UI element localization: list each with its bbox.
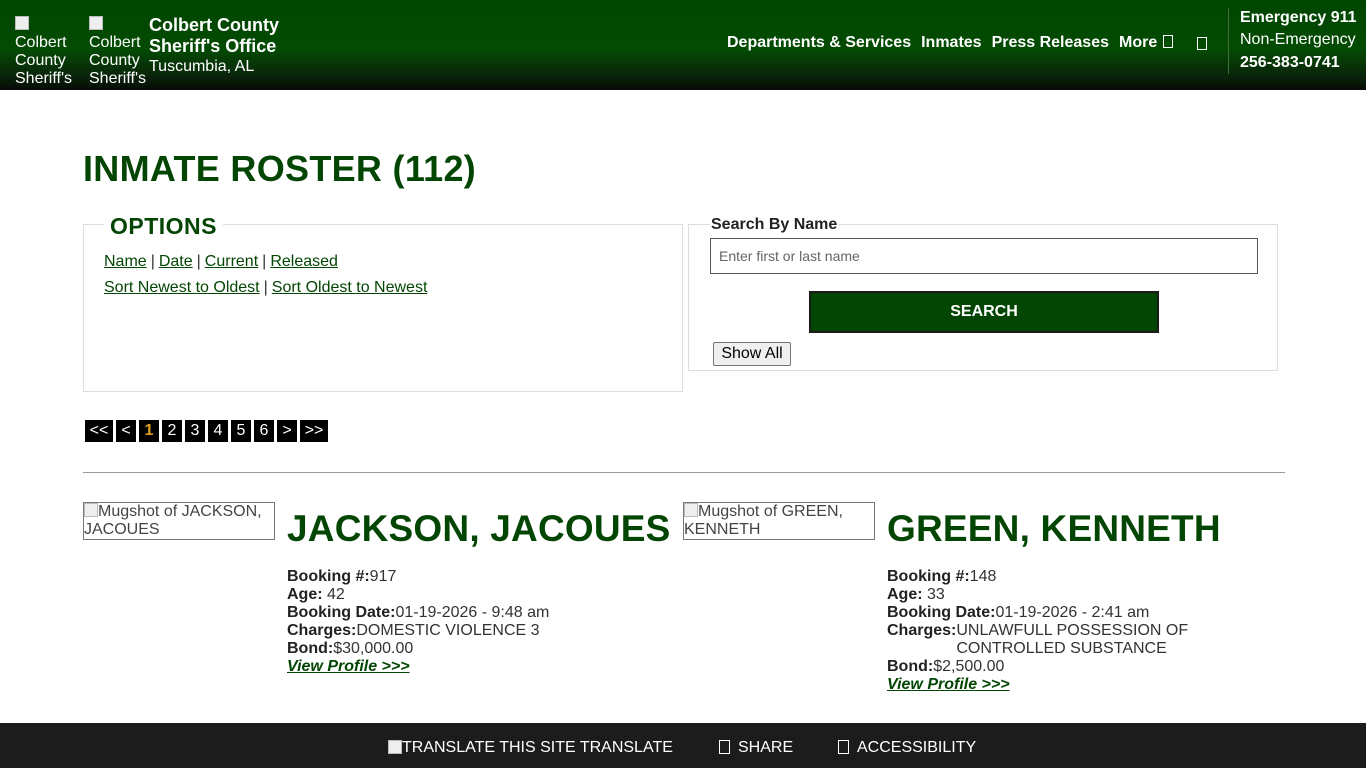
page-6[interactable]: 6 bbox=[254, 420, 274, 442]
bond-label: Bond: bbox=[887, 658, 934, 675]
broken-image-icon bbox=[684, 503, 698, 517]
booking-date-label: Booking Date: bbox=[887, 604, 996, 621]
accessibility-button[interactable]: ACCESSIBILITY bbox=[838, 739, 976, 757]
view-profile-link[interactable]: View Profile >>> bbox=[887, 676, 1010, 693]
mugshot-image[interactable]: Mugshot of JACKSON, JACOUES bbox=[83, 502, 275, 540]
options-panel: OPTIONS Name | Date | Current | Released Sort … bbox=[83, 213, 683, 392]
inmate-card: Mugshot of JACKSON, JACOUES JACKSON, JAC… bbox=[83, 502, 683, 702]
non-emergency-phone[interactable]: 256-383-0741 bbox=[1240, 52, 1357, 74]
sheriff-logo-image[interactable]: Colbert County Sheriff's Office bbox=[15, 16, 75, 88]
inmate-name[interactable]: GREEN, KENNETH bbox=[887, 508, 1221, 550]
separator: | bbox=[262, 253, 267, 270]
filter-links: Name | Date | Current | Released bbox=[104, 253, 338, 271]
county-seal-image[interactable]: Colbert County Sheriff's Office bbox=[89, 16, 149, 88]
page-title: INMATE ROSTER (112) bbox=[83, 148, 477, 189]
filter-current-link[interactable]: Current bbox=[205, 253, 258, 270]
charges-label: Charges: bbox=[287, 622, 357, 639]
show-all-button[interactable]: Show All bbox=[713, 342, 791, 366]
share-button[interactable]: SHARE bbox=[719, 739, 793, 757]
accessibility-icon bbox=[838, 740, 849, 754]
age-label: Age: bbox=[287, 586, 323, 603]
booking-date-label: Booking Date: bbox=[287, 604, 396, 621]
filter-date-link[interactable]: Date bbox=[159, 253, 193, 270]
age-value: 42 bbox=[327, 586, 345, 603]
nav-departments-services[interactable]: Departments & Services bbox=[727, 34, 911, 52]
share-label: SHARE bbox=[738, 739, 794, 756]
bond-value: $30,000.00 bbox=[333, 640, 414, 657]
translate-button[interactable]: TRANSLATE THIS SITE TRANSLATE bbox=[388, 739, 673, 757]
filter-name-link[interactable]: Name bbox=[104, 253, 147, 270]
age-value: 33 bbox=[927, 586, 945, 603]
options-legend: OPTIONS bbox=[104, 213, 224, 240]
sort-links: Sort Newest to Oldest | Sort Oldest to New… bbox=[104, 279, 427, 297]
site-name[interactable]: Colbert County Sheriff's Office Tuscumbi… bbox=[149, 15, 289, 76]
separator: | bbox=[263, 279, 268, 296]
translate-alt: TRANSLATE THIS SITE bbox=[402, 739, 576, 756]
mugshot-image[interactable]: Mugshot of GREEN, KENNETH bbox=[683, 502, 875, 540]
sort-newest-link[interactable]: Sort Newest to Oldest bbox=[104, 279, 260, 296]
broken-image-icon bbox=[15, 16, 29, 30]
separator: | bbox=[150, 253, 155, 270]
site-location: Tuscumbia, AL bbox=[149, 58, 255, 75]
footer-toolbar: TRANSLATE THIS SITE TRANSLATE SHARE ACCE… bbox=[0, 723, 1366, 768]
separator: | bbox=[196, 253, 201, 270]
site-header: Colbert County Sheriff's Office Colbert … bbox=[0, 0, 1366, 90]
page-3[interactable]: 3 bbox=[185, 420, 205, 442]
nav-more[interactable]: More bbox=[1119, 34, 1174, 52]
broken-image-icon bbox=[84, 503, 98, 517]
translate-label: TRANSLATE bbox=[579, 739, 673, 756]
emergency-number[interactable]: Emergency 911 bbox=[1240, 8, 1357, 28]
inmate-details: Booking #:917 Age: 42 Booking Date:01-19… bbox=[287, 568, 596, 676]
nav-press-releases[interactable]: Press Releases bbox=[992, 34, 1109, 52]
accessibility-label: ACCESSIBILITY bbox=[857, 739, 977, 756]
booking-number: 917 bbox=[369, 568, 397, 585]
page-prev[interactable]: < bbox=[116, 420, 136, 442]
inmate-name[interactable]: JACKSON, JACOUES bbox=[287, 508, 671, 550]
nav-inmates[interactable]: Inmates bbox=[921, 34, 981, 52]
booking-number: 148 bbox=[969, 568, 997, 585]
pagination: << < 1 2 3 4 5 6 > >> bbox=[85, 420, 331, 442]
page-last[interactable]: >> bbox=[300, 420, 328, 442]
charges-label: Charges: bbox=[887, 622, 957, 639]
search-panel: Search By Name SEARCH Show All bbox=[688, 216, 1278, 371]
main-nav: Departments & Services Inmates Press Rel… bbox=[727, 34, 1208, 52]
search-icon[interactable] bbox=[1197, 36, 1208, 50]
page-next[interactable]: > bbox=[277, 420, 297, 442]
search-button[interactable]: SEARCH bbox=[809, 291, 1159, 333]
site-title: Colbert County Sheriff's Office bbox=[149, 15, 279, 56]
non-emergency-label: Non-Emergency bbox=[1240, 31, 1356, 48]
contact-info: Emergency 911 Non-Emergency 256-383-0741 bbox=[1228, 8, 1357, 74]
page-5[interactable]: 5 bbox=[231, 420, 251, 442]
chevron-down-icon bbox=[1163, 35, 1174, 48]
booking-date: 01-19-2026 - 2:41 am bbox=[995, 604, 1150, 621]
charges-value: UNLAWFULL POSSESSION OF CONTROLLED SUBST… bbox=[956, 622, 1189, 657]
age-label: Age: bbox=[887, 586, 923, 603]
divider bbox=[83, 472, 1285, 473]
view-profile-link[interactable]: View Profile >>> bbox=[287, 658, 410, 675]
booking-date: 01-19-2026 - 9:48 am bbox=[395, 604, 550, 621]
inmate-card: Mugshot of GREEN, KENNETH GREEN, KENNETH… bbox=[683, 502, 1283, 702]
page-first[interactable]: << bbox=[85, 420, 113, 442]
page-1[interactable]: 1 bbox=[139, 420, 159, 442]
page-4[interactable]: 4 bbox=[208, 420, 228, 442]
broken-image-icon bbox=[388, 740, 402, 754]
bond-label: Bond: bbox=[287, 640, 334, 657]
search-label: Search By Name bbox=[710, 216, 839, 234]
share-icon bbox=[719, 740, 730, 754]
search-name-input[interactable] bbox=[710, 238, 1258, 274]
broken-image-icon bbox=[89, 16, 103, 30]
filter-released-link[interactable]: Released bbox=[270, 253, 338, 270]
charges-value: DOMESTIC VIOLENCE 3 bbox=[356, 622, 540, 639]
bond-value: $2,500.00 bbox=[933, 658, 1005, 675]
booking-label: Booking #: bbox=[287, 568, 370, 585]
page-2[interactable]: 2 bbox=[162, 420, 182, 442]
inmate-details: Booking #:148 Age: 33 Booking Date:01-19… bbox=[887, 568, 1196, 694]
sort-oldest-link[interactable]: Sort Oldest to Newest bbox=[272, 279, 428, 296]
booking-label: Booking #: bbox=[887, 568, 970, 585]
